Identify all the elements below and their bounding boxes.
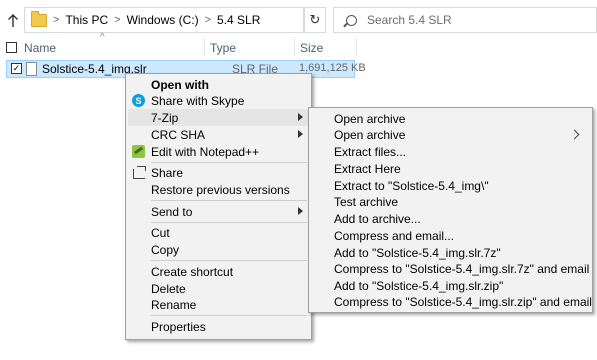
- file-checkbox[interactable]: ✓: [11, 63, 22, 74]
- search-placeholder: Search 5.4 SLR: [367, 13, 452, 27]
- menu-item-cut[interactable]: Cut: [151, 224, 301, 241]
- menu-item-crc-sha[interactable]: CRC SHA: [151, 126, 301, 143]
- folder-icon: [31, 10, 47, 27]
- menu-separator: [151, 260, 307, 261]
- menu-item-restore-previous-versions[interactable]: Restore previous versions: [151, 181, 301, 198]
- seven-zip-submenu: Open archive Open archive Extract files.…: [308, 107, 593, 313]
- column-header-size[interactable]: Size: [300, 41, 323, 55]
- file-icon: [26, 62, 37, 76]
- submenu-item-open-archive[interactable]: Open archive: [334, 110, 405, 127]
- menu-item-delete[interactable]: Delete: [151, 280, 301, 297]
- breadcrumb-this-pc[interactable]: This PC: [65, 13, 108, 27]
- address-bar[interactable]: > This PC > Windows (C:) > 5.4 SLR: [24, 7, 304, 33]
- submenu-arrow-icon: [298, 113, 303, 121]
- submenu-item-test-archive[interactable]: Test archive: [334, 193, 398, 210]
- column-divider[interactable]: [356, 38, 357, 56]
- submenu-item-extract-here[interactable]: Extract Here: [334, 160, 401, 177]
- context-menu: Open with S Share with Skype 7-Zip CRC S…: [125, 73, 312, 340]
- submenu-arrow-icon: [298, 130, 303, 138]
- search-box[interactable]: Search 5.4 SLR: [333, 7, 597, 33]
- up-arrow-icon: [8, 14, 18, 27]
- breadcrumb-5-4-slr[interactable]: 5.4 SLR: [217, 13, 260, 27]
- menu-item-7-zip-label: 7-Zip: [151, 110, 179, 125]
- menu-item-edit-with-notepad[interactable]: Edit with Notepad++: [151, 143, 301, 160]
- submenu-item-compress-7z-email[interactable]: Compress to "Solstice-5.4_img.slr.7z" an…: [334, 260, 589, 277]
- share-icon: [133, 166, 146, 179]
- select-all-checkbox[interactable]: [6, 42, 17, 53]
- notepad-plus-plus-icon: [132, 145, 145, 158]
- submenu-arrow-icon: [298, 207, 303, 215]
- submenu-item-add-to-archive[interactable]: Add to archive...: [334, 210, 421, 227]
- submenu-item-compress-and-email[interactable]: Compress and email...: [334, 227, 454, 244]
- column-header-type[interactable]: Type: [210, 41, 236, 55]
- menu-separator: [151, 162, 307, 163]
- chevron-right-icon: >: [204, 14, 212, 26]
- submenu-item-extract-files[interactable]: Extract files...: [334, 143, 406, 160]
- chevron-right-icon: [569, 129, 580, 140]
- refresh-icon: ↻: [309, 12, 321, 27]
- menu-item-send-to[interactable]: Send to: [151, 203, 301, 220]
- menu-item-create-shortcut[interactable]: Create shortcut: [151, 263, 301, 280]
- menu-item-share[interactable]: Share: [151, 164, 301, 181]
- refresh-button[interactable]: ↻: [304, 7, 326, 33]
- menu-item-open-with[interactable]: Open with: [151, 76, 301, 93]
- submenu-item-add-to-7z[interactable]: Add to "Solstice-5.4_img.slr.7z": [334, 244, 501, 261]
- column-divider[interactable]: [204, 38, 205, 56]
- sort-ascending-icon: ^: [100, 32, 105, 43]
- menu-item-copy[interactable]: Copy: [151, 241, 301, 258]
- chevron-right-icon: >: [53, 14, 60, 26]
- menu-separator: [151, 222, 307, 223]
- menu-item-properties[interactable]: Properties: [151, 318, 301, 335]
- up-arrow-button[interactable]: [4, 10, 22, 32]
- submenu-item-compress-zip-email[interactable]: Compress to "Solstice-5.4_img.slr.zip" a…: [334, 293, 592, 310]
- menu-separator: [151, 200, 307, 201]
- menu-item-7-zip[interactable]: 7-Zip: [128, 109, 309, 126]
- submenu-item-extract-to[interactable]: Extract to "Solstice-5.4_img\": [334, 177, 489, 194]
- column-divider[interactable]: [294, 38, 295, 56]
- column-header-name[interactable]: Name: [24, 41, 56, 55]
- search-icon: [346, 14, 357, 26]
- menu-separator: [151, 315, 307, 316]
- menu-item-share-with-skype[interactable]: Share with Skype: [151, 92, 301, 109]
- chevron-right-icon: >: [114, 14, 121, 26]
- submenu-item-open-archive-more[interactable]: Open archive: [334, 126, 405, 143]
- skype-icon: S: [132, 94, 145, 107]
- menu-item-rename[interactable]: Rename: [151, 296, 301, 313]
- submenu-item-add-to-zip[interactable]: Add to "Solstice-5.4_img.slr.zip": [334, 277, 503, 294]
- breadcrumb-windows-c[interactable]: Windows (C:): [127, 13, 199, 27]
